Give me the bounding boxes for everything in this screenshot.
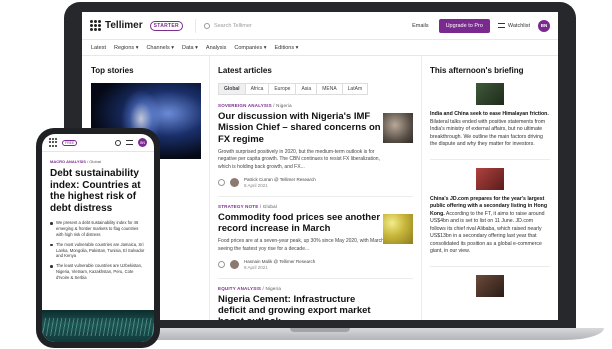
nav-companies[interactable]: Companies ▾ [234, 45, 266, 51]
plan-badge: STARTER [149, 20, 183, 31]
nav-analysis[interactable]: Analysis [206, 45, 226, 51]
article-meta: Patrick Curran @ Tellimer Research 8 Apr… [218, 177, 413, 189]
briefing-item: India and China seek to ease Himalayan f… [430, 111, 550, 149]
briefing-image [476, 83, 504, 105]
main-nav: Latest Regions ▾ Channels ▾ Data ▾ Analy… [82, 40, 558, 56]
category-label: STRATEGY NOTE [218, 203, 259, 209]
latest-articles-column: Latest articles Global Africa Europe Asi… [210, 56, 422, 320]
search-placeholder: Search Tellimer [213, 22, 252, 29]
nav-latest[interactable]: Latest [91, 45, 106, 51]
briefing-image [476, 167, 504, 190]
key-points-list: We present a debt sustainability index f… [50, 220, 146, 281]
phone-article: MACRO ANALYSIS / Global Debt sustainabil… [42, 152, 154, 292]
region-label: / Global [87, 159, 101, 164]
region-label: / Global [259, 203, 277, 209]
bookmark-icon[interactable] [218, 179, 225, 187]
author-avatar [230, 178, 239, 188]
list-item: The least vulnerable countries are Uzbek… [50, 263, 146, 281]
article-meta: Hasnain Malik @ Tellimer Research 8 Apri… [218, 259, 413, 271]
briefing-column: This afternoon's briefing India and Chin… [422, 56, 558, 320]
article-category: STRATEGY NOTE / Global [218, 204, 413, 209]
watchlist-link[interactable]: Watchlist [497, 22, 530, 29]
article-card[interactable]: SOVEREIGN ANALYSIS / Nigeria Our discuss… [218, 103, 413, 197]
top-stories-title: Top stories [91, 66, 134, 75]
article-category: SOVEREIGN ANALYSIS / Nigeria [218, 103, 413, 108]
category-label: EQUITY ANALYSIS [218, 285, 262, 291]
article-title[interactable]: Nigeria Cement: Infrastructure deficit a… [218, 294, 384, 320]
briefing-body: According to the FT, it aims to raise ar… [430, 210, 545, 255]
author-block: Patrick Curran @ Tellimer Research 8 Apr… [244, 177, 316, 189]
logo-text: Tellimer [105, 20, 143, 31]
article-summary: Growth surprised positively in 2020, but… [218, 149, 380, 170]
author-avatar [230, 260, 239, 270]
tab-mena[interactable]: MENA [316, 83, 343, 95]
article-hero-image [42, 310, 154, 342]
latest-articles-title: Latest articles [218, 66, 272, 75]
article-category: EQUITY ANALYSIS / Nigeria [218, 286, 413, 291]
article-category: MACRO ANALYSIS / Global [50, 159, 146, 164]
briefing-image [476, 274, 504, 297]
article-thumbnail[interactable] [383, 113, 413, 143]
tab-latam[interactable]: LatAm [341, 83, 369, 95]
divider [430, 265, 550, 267]
tab-africa[interactable]: Africa [244, 83, 270, 95]
divider [430, 158, 550, 160]
logo-icon [90, 20, 101, 31]
article-date: 8 April 2021 [244, 182, 268, 188]
list-item: We present a debt sustainability index f… [50, 220, 146, 238]
article-card[interactable]: EQUITY ANALYSIS / Nigeria Nigeria Cement… [218, 286, 413, 320]
article-title[interactable]: Commodity food prices see another record… [218, 212, 384, 235]
category-label: SOVEREIGN ANALYSIS [218, 103, 272, 108]
region-label: / Nigeria [273, 103, 292, 108]
tab-europe[interactable]: Europe [268, 83, 297, 95]
author-name[interactable]: Patrick Curran @ Tellimer Research [244, 177, 316, 183]
list-icon [497, 23, 505, 28]
menu-icon[interactable] [126, 140, 133, 145]
search-icon[interactable] [115, 139, 121, 146]
site-header: Tellimer STARTER Search Tellimer Emails … [82, 12, 558, 40]
phone-header: FREE BN [42, 134, 154, 152]
region-tabs: Global Africa Europe Asia MENA LatAm [218, 83, 413, 95]
search-icon [203, 22, 210, 29]
watchlist-label: Watchlist [507, 22, 530, 29]
nav-channels[interactable]: Channels ▾ [146, 45, 174, 51]
briefing-title: This afternoon's briefing [430, 66, 524, 75]
avatar[interactable]: BN [138, 138, 147, 147]
article-title: Debt sustainability index: Countries at … [50, 168, 141, 214]
region-label: / Nigeria [262, 285, 282, 291]
nav-editions[interactable]: Editions ▾ [275, 45, 299, 51]
briefing-item: China's JD.com prepares for the year's l… [430, 196, 550, 256]
avatar[interactable]: BN [538, 19, 550, 32]
nav-regions[interactable]: Regions ▾ [114, 45, 138, 51]
plan-badge: FREE [62, 139, 78, 146]
article-date: 8 April 2021 [244, 264, 268, 270]
briefing-body: Bilateral talks ended with positive stat… [430, 118, 546, 148]
tab-asia[interactable]: Asia [295, 83, 318, 95]
briefing-headline[interactable]: India and China seek to ease Himalayan f… [430, 111, 549, 117]
author-name[interactable]: Hasnain Malik @ Tellimer Research [244, 259, 315, 265]
logo-icon[interactable] [49, 138, 58, 147]
laptop-notch [290, 328, 350, 332]
emails-link[interactable]: Emails [412, 23, 429, 29]
article-card[interactable]: STRATEGY NOTE / Global Commodity food pr… [218, 204, 413, 279]
article-title[interactable]: Our discussion with Nigeria's IMF Missio… [218, 111, 384, 145]
author-block: Hasnain Malik @ Tellimer Research 8 Apri… [244, 259, 315, 271]
logo[interactable]: Tellimer STARTER [90, 20, 183, 31]
tab-global[interactable]: Global [218, 83, 246, 95]
upgrade-button[interactable]: Upgrade to Pro [438, 18, 490, 33]
article-thumbnail[interactable] [383, 213, 413, 244]
nav-data[interactable]: Data ▾ [182, 45, 198, 51]
article-summary: Food prices are at a seven-year peak, up… [218, 238, 384, 252]
category-label: MACRO ANALYSIS [50, 159, 86, 164]
list-item: The most vulnerable countries are Jamaic… [50, 242, 146, 260]
phone-screen: FREE BN MACRO ANALYSIS / Global Debt sus… [42, 134, 154, 342]
search-input[interactable]: Search Tellimer [194, 18, 385, 33]
bookmark-icon[interactable] [218, 261, 225, 269]
